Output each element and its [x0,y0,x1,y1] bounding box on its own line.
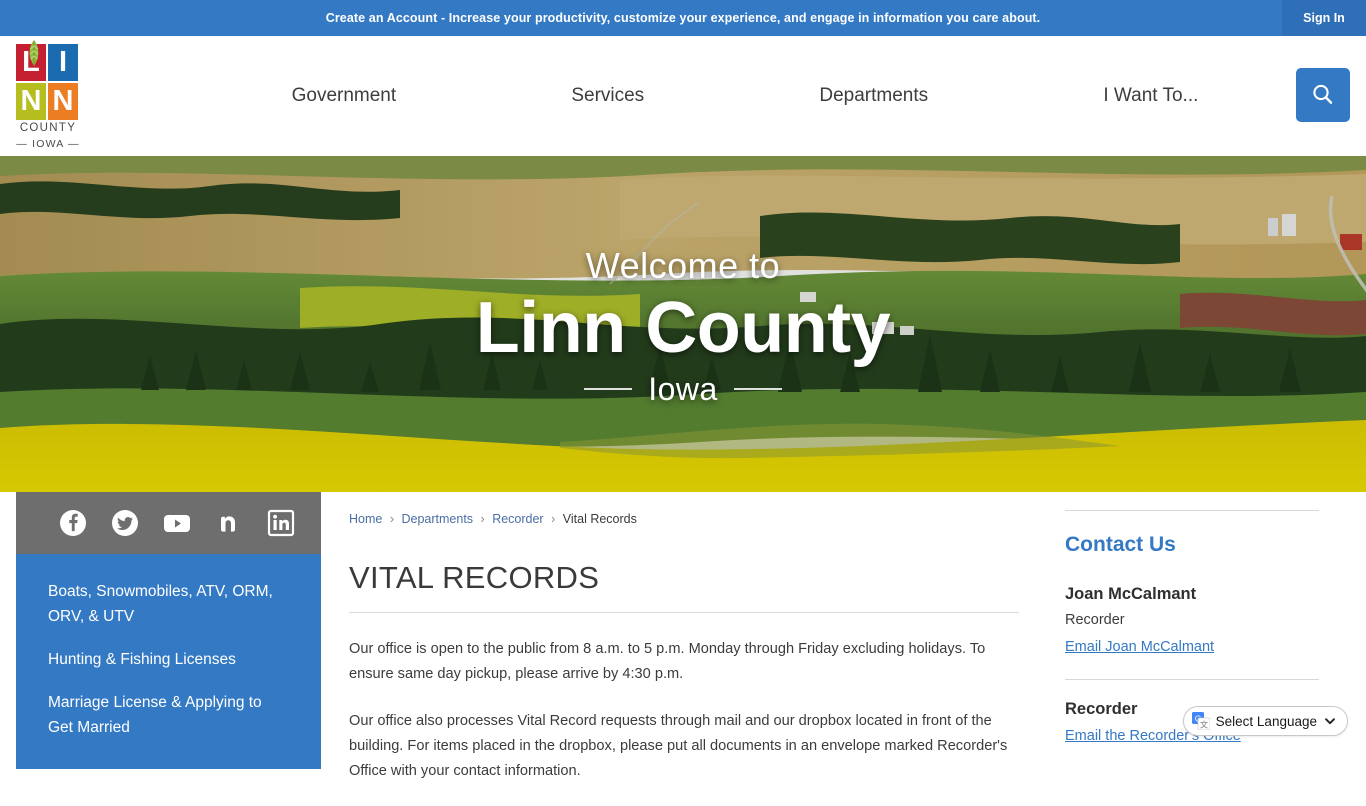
left-sidebar: Boats, Snowmobiles, ATV, ORM, ORV, & UTV… [16,492,321,806]
body-paragraph-1: Our office is open to the public from 8 … [349,637,1019,687]
site-logo[interactable]: L I N N COUNTY — IOWA — [12,44,84,149]
search-button[interactable] [1296,68,1350,122]
hero-rule-left [584,388,632,390]
hero-rule-right [734,388,782,390]
sidebar-item-marriage-license[interactable]: Marriage License & Applying to Get Marri… [16,681,321,749]
logo-letter-n-1: N [16,83,46,120]
wheat-icon [24,39,44,67]
logo-letter-n-2: N [48,83,78,120]
page-title: VITAL RECORDS [349,560,1019,613]
nav-item-services[interactable]: Services [571,85,644,107]
search-icon [1310,82,1336,108]
nav-item-departments[interactable]: Departments [819,85,928,107]
logo-letter-i: I [48,44,78,81]
breadcrumb: Home › Departments › Recorder › Vital Re… [349,512,1019,526]
contact-role: Recorder [1065,612,1319,628]
right-sidebar: Contact Us Joan McCalmant Recorder Email… [1055,492,1345,806]
facebook-icon[interactable] [58,508,88,538]
logo-letter-grid: L I N N [16,44,78,120]
breadcrumb-departments[interactable]: Departments [401,512,473,526]
sidebar-item-boats-snowmobiles[interactable]: Boats, Snowmobiles, ATV, ORM, ORV, & UTV [16,570,321,638]
nav-item-i-want-to[interactable]: I Want To... [1103,85,1198,107]
breadcrumb-recorder[interactable]: Recorder [492,512,543,526]
content-card: Boats, Snowmobiles, ATV, ORM, ORV, & UTV… [16,492,1345,806]
body-paragraph-2: Our office also processes Vital Record r… [349,709,1019,784]
hero-welcome-text: Welcome to [0,248,1366,284]
hero-title: Linn County [0,288,1366,369]
rail-divider-mid [1065,679,1319,680]
select-language-widget[interactable]: G 文 Select Language [1183,706,1348,736]
logo-subtitle-county: COUNTY [12,122,84,135]
email-joan-mccalmant-link[interactable]: Email Joan McCalmant [1065,639,1214,655]
nav-item-government[interactable]: Government [292,85,397,107]
hero-banner: Welcome to Linn County Iowa [0,156,1366,492]
youtube-icon[interactable] [162,508,192,538]
sign-in-button[interactable]: Sign In [1282,0,1366,36]
top-alert-bar: Create an Account - Increase your produc… [0,0,1366,36]
main-navigation: Government Services Departments I Want T… [84,36,1366,156]
select-language-label: Select Language [1216,714,1317,729]
nextdoor-icon[interactable] [214,508,244,538]
content-region: Boats, Snowmobiles, ATV, ORM, ORV, & UTV… [0,492,1366,768]
contact-name: Joan McCalmant [1065,585,1319,604]
logo-subtitle-iowa: — IOWA — [12,138,84,150]
breadcrumb-current: Vital Records [563,512,637,526]
linkedin-icon[interactable] [266,508,296,538]
site-header: L I N N COUNTY — IOWA — Government Servi… [0,36,1366,156]
rail-divider-top [1065,510,1319,511]
social-media-bar [16,492,321,554]
alert-message: Create an Account - Increase your produc… [326,11,1041,25]
breadcrumb-home[interactable]: Home [349,512,382,526]
chevron-down-icon[interactable] [1323,714,1337,728]
svg-text:文: 文 [1200,719,1208,729]
contact-us-heading: Contact Us [1065,533,1319,557]
breadcrumb-separator-1: › [390,512,394,526]
sidebar-navigation: Boats, Snowmobiles, ATV, ORM, ORV, & UTV… [16,554,321,769]
main-content-column: Home › Departments › Recorder › Vital Re… [321,492,1055,806]
hero-state-label: Iowa [648,371,718,408]
breadcrumb-separator-3: › [551,512,555,526]
google-translate-icon: G 文 [1192,712,1210,730]
hero-state-row: Iowa [0,371,1366,408]
sidebar-item-hunting-fishing[interactable]: Hunting & Fishing Licenses [16,638,321,681]
contact-block-recorder-person: Joan McCalmant Recorder Email Joan McCal… [1065,585,1319,677]
breadcrumb-separator-2: › [481,512,485,526]
twitter-icon[interactable] [110,508,140,538]
hero-text-block: Welcome to Linn County Iowa [0,248,1366,408]
